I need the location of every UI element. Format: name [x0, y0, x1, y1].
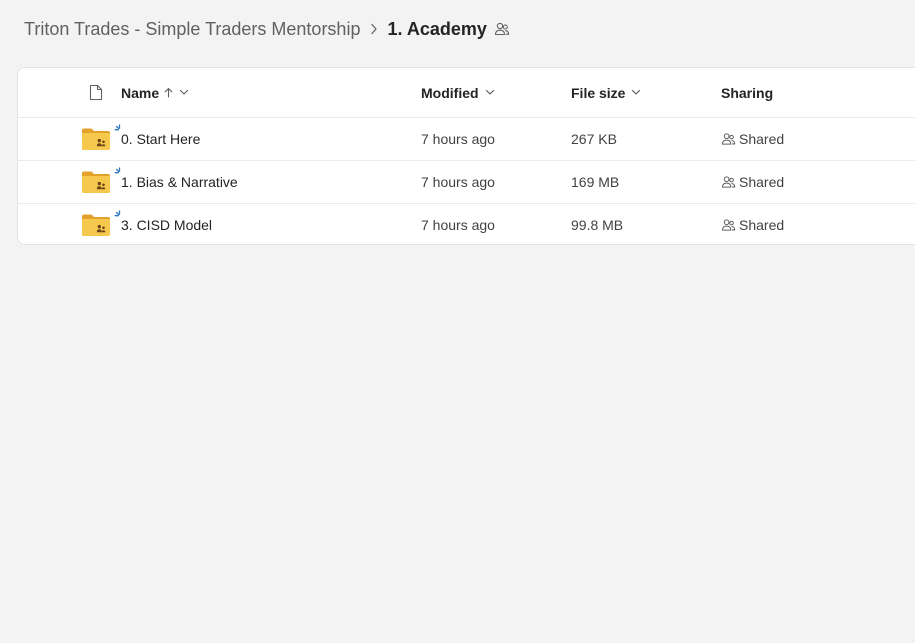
modified-column-header[interactable]: Modified [421, 68, 495, 117]
sharing-column-header[interactable]: Sharing [721, 68, 773, 117]
shared-people-icon [721, 132, 736, 146]
modified-value: 7 hours ago [421, 130, 495, 147]
chevron-right-icon [370, 23, 378, 35]
sharing-column-label: Sharing [721, 84, 774, 101]
modified-cell: 7 hours ago [421, 203, 495, 244]
sharing-value: Shared [739, 216, 785, 233]
sharing-value: Shared [739, 173, 785, 190]
shared-folder-icon[interactable] [76, 203, 116, 244]
table-row[interactable]: 0. Start Here 7 hours ago 267 KB Shared [18, 117, 915, 161]
document-icon [89, 84, 103, 101]
file-name-link[interactable]: 3. CISD Model [121, 203, 212, 244]
file-list-header: Name Modified File size Sharing [18, 68, 915, 118]
file-size-cell: 267 KB [571, 117, 617, 160]
sharing-cell[interactable]: Shared [721, 160, 784, 203]
shared-people-icon[interactable] [494, 21, 510, 37]
file-size-cell: 99.8 MB [571, 203, 624, 244]
file-name[interactable]: 3. CISD Model [121, 217, 212, 233]
shared-people-icon [721, 175, 736, 189]
shared-people-icon [721, 218, 736, 232]
file-size-column-header[interactable]: File size [571, 68, 641, 117]
sharing-cell[interactable]: Shared [721, 203, 785, 244]
file-type-column-header[interactable] [76, 68, 116, 117]
shared-folder-icon[interactable] [76, 160, 116, 203]
file-size-column-label: File size [571, 84, 626, 101]
breadcrumb-current: 1. Academy [387, 18, 487, 39]
sharing-value: Shared [739, 130, 785, 147]
file-name[interactable]: 1. Bias & Narrative [121, 174, 238, 190]
file-size-cell: 169 MB [571, 160, 619, 203]
modified-cell: 7 hours ago [421, 117, 495, 160]
modified-value: 7 hours ago [421, 216, 495, 233]
table-row[interactable]: 1. Bias & Narrative 7 hours ago 169 MB S… [18, 160, 915, 204]
modified-value: 7 hours ago [421, 173, 495, 190]
chevron-down-icon[interactable] [485, 89, 495, 96]
file-name[interactable]: 0. Start Here [121, 131, 200, 147]
file-name-link[interactable]: 1. Bias & Narrative [121, 160, 238, 203]
sort-ascending-icon [164, 87, 173, 98]
file-size-value: 267 KB [571, 130, 617, 147]
onedrive-page: Triton Trades - Simple Traders Mentorshi… [0, 0, 915, 643]
file-size-value: 169 MB [571, 173, 620, 190]
table-row[interactable]: 3. CISD Model 7 hours ago 99.8 MB Shared [18, 203, 915, 244]
chevron-down-icon[interactable] [179, 89, 189, 96]
modified-cell: 7 hours ago [421, 160, 495, 203]
shared-folder-icon[interactable] [76, 117, 116, 160]
name-column-header[interactable]: Name [121, 68, 189, 117]
name-column-label: Name [121, 84, 160, 101]
modified-column-label: Modified [421, 84, 479, 101]
file-name-link[interactable]: 0. Start Here [121, 117, 200, 160]
breadcrumb-parent-link[interactable]: Triton Trades - Simple Traders Mentorshi… [24, 19, 360, 40]
sharing-cell[interactable]: Shared [721, 117, 784, 160]
chevron-down-icon[interactable] [631, 89, 641, 96]
breadcrumb: Triton Trades - Simple Traders Mentorshi… [24, 16, 510, 42]
file-size-value: 99.8 MB [571, 216, 624, 233]
file-list: Name Modified File size Sharing 0. Start… [17, 67, 915, 245]
